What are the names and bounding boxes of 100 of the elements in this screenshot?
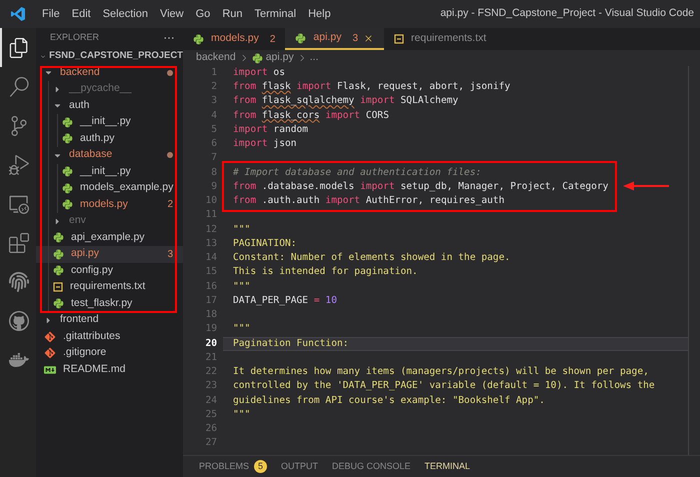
editor-tab[interactable]: api.py 3 (285, 28, 384, 50)
count-badge: 5 (254, 460, 268, 473)
line-number: 13 (204, 236, 218, 251)
python-icon (53, 265, 64, 276)
line-number: 6 (210, 137, 218, 152)
code-line: PAGINATION: (233, 236, 297, 251)
breadcrumb-item[interactable]: api.py (266, 50, 294, 66)
line-number: 27 (204, 436, 218, 450)
markdown-icon (44, 364, 56, 376)
breadcrumb-item[interactable]: ... (310, 50, 318, 66)
text-file-icon (394, 34, 404, 44)
arrow-icon (623, 181, 669, 191)
explorer-entry[interactable]: __init__.py (36, 164, 183, 180)
menu-item[interactable]: Edit (66, 6, 97, 22)
explorer-entry[interactable]: auth.py (36, 130, 183, 147)
menu-item[interactable]: Run (216, 6, 248, 22)
code-line: from .database.models import setup_db, Manager, Project, Category (233, 180, 608, 194)
problem-count: 3 (167, 248, 173, 262)
branch-icon[interactable] (9, 116, 29, 136)
code-line: from flask import Flask, request, abort, jsonify (233, 80, 510, 94)
explorer-entry[interactable]: api_example.py (36, 230, 183, 246)
line-number: 17 (204, 294, 218, 308)
menu-item[interactable]: Terminal (248, 6, 302, 22)
explorer-entry[interactable]: __init__.py (36, 114, 183, 130)
panel-tab[interactable]: DEBUG CONSOLE (332, 460, 411, 474)
menu-item[interactable]: Go (190, 6, 216, 22)
line-number: 21 (204, 350, 218, 365)
line-number: 15 (204, 265, 218, 280)
window-title: api.py - FSND_Capstone_Project - Visual Studio Code (440, 6, 694, 22)
fingerprint-icon[interactable] (9, 272, 29, 292)
line-number: 24 (204, 394, 218, 408)
editor-tab[interactable]: requirements.txt (384, 28, 496, 50)
python-icon (252, 52, 263, 64)
folder-item[interactable]: database (36, 147, 183, 164)
close-icon[interactable] (363, 32, 374, 44)
code-line: Pagination Function: (233, 336, 349, 351)
explorer-entry[interactable]: .gitignore (36, 345, 183, 362)
problem-count: 2 (167, 198, 173, 212)
folder-item[interactable]: frontend (36, 312, 183, 328)
code-line: import json (233, 137, 297, 152)
project-header[interactable]: FSND_CAPSTONE_PROJECT (36, 48, 183, 64)
folder-item[interactable]: backend (36, 64, 183, 81)
python-icon (53, 232, 64, 244)
python-icon (53, 248, 64, 260)
code-line: import random (233, 122, 308, 137)
explorer-entry[interactable]: .gitattributes (36, 328, 183, 345)
python-icon (62, 116, 73, 128)
code-line: guidelines from API course's example: "Bookshelf App". (233, 394, 545, 408)
editor-tab[interactable]: models.py 2 (183, 28, 286, 50)
folder-item[interactable]: auth (36, 98, 183, 114)
panel-title: EXPLORER (50, 31, 100, 44)
panel-tab[interactable]: PROBLEMS 5 (199, 460, 268, 474)
line-number: 14 (204, 251, 218, 266)
line-number: 26 (204, 422, 218, 436)
bug-play-icon[interactable] (9, 154, 29, 174)
app-logo-icon (10, 6, 26, 22)
code-line: DATA_PER_PAGE = 10 (233, 294, 337, 308)
breadcrumb-item[interactable]: backend (196, 50, 236, 66)
extensions-icon[interactable] (9, 232, 29, 252)
menu-item[interactable]: File (36, 6, 66, 22)
code-line: from flask_sqlalchemy import SQLAlchemy (233, 94, 458, 108)
python-icon (62, 133, 73, 144)
explorer-entry[interactable]: models_example.py (36, 180, 183, 196)
menu-item[interactable]: Selection (96, 6, 154, 22)
panel-tab[interactable]: TERMINAL (424, 460, 470, 474)
line-number: 20 (204, 336, 218, 351)
files-icon[interactable] (9, 38, 29, 58)
menu-item[interactable]: View (154, 6, 190, 22)
menu-item[interactable]: Help (302, 6, 337, 22)
python-icon (295, 32, 306, 44)
explorer-entry[interactable]: README.md (36, 362, 183, 378)
explorer-entry[interactable]: config.py (36, 262, 183, 279)
code-line: """ (233, 322, 250, 336)
line-number: 23 (204, 379, 218, 394)
line-number: 11 (204, 208, 218, 222)
code-line: # Import database and authentication files: (233, 166, 482, 180)
code-line: It determines how many items (managers/projects) will be shown per page, (233, 365, 649, 380)
line-number: 16 (204, 280, 218, 294)
code-line: """ (233, 408, 250, 422)
line-number: 18 (204, 308, 218, 322)
monitor-icon[interactable] (9, 194, 29, 214)
explorer-entry[interactable]: api.py 3 (36, 246, 183, 262)
python-icon (62, 182, 73, 194)
code-line: from flask_cors import CORS (233, 108, 389, 123)
code-line: Constant: Number of elements showed in the page. (233, 251, 510, 266)
git-icon (44, 330, 56, 343)
python-icon (53, 298, 64, 310)
line-number: 10 (204, 194, 218, 208)
line-number: 7 (210, 151, 218, 166)
line-number: 4 (210, 108, 218, 123)
search-icon[interactable] (9, 76, 29, 96)
git-icon (44, 347, 56, 360)
explorer-entry[interactable]: requirements.txt (36, 279, 183, 296)
code-line: This is intended for pagination. (233, 265, 418, 280)
line-number: 8 (210, 166, 218, 180)
github-icon[interactable] (9, 310, 29, 330)
explorer-entry[interactable]: test_flaskr.py (36, 296, 183, 312)
code-line: from .auth.auth import AuthError, requires_auth (233, 194, 504, 208)
panel-tab[interactable]: OUTPUT (281, 460, 318, 474)
explorer-entry[interactable]: models.py 2 (36, 196, 183, 213)
